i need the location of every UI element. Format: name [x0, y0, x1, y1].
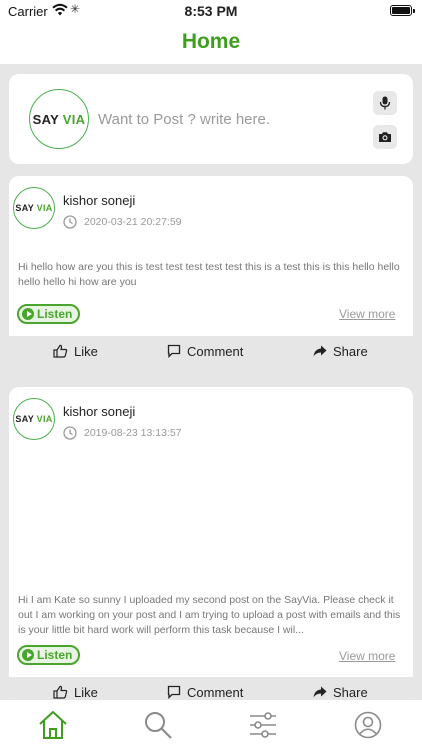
- author-avatar: SAY VIA: [13, 398, 55, 440]
- profile-icon: [354, 711, 382, 739]
- clock-icon: [63, 426, 77, 440]
- thumbs-up-icon: [53, 344, 68, 358]
- share-button[interactable]: Share: [313, 336, 368, 366]
- microphone-button[interactable]: [373, 91, 397, 115]
- post-text: Hi hello how are you this is test test t…: [18, 261, 400, 288]
- comment-button[interactable]: Comment: [167, 336, 243, 366]
- tab-filter[interactable]: [246, 708, 280, 742]
- share-icon: [313, 686, 327, 698]
- sayvia-logo: SAY VIA: [29, 89, 89, 149]
- clock-time: 8:53 PM: [184, 3, 238, 19]
- home-icon: [39, 711, 67, 739]
- comment-label: Comment: [187, 343, 244, 359]
- logo-via-text: VIA: [62, 111, 86, 127]
- comment-icon: [167, 344, 181, 358]
- post-actions: Like Comment Share: [9, 336, 413, 366]
- camera-button[interactable]: [373, 125, 397, 149]
- logo-say-text: SAY: [15, 414, 34, 424]
- view-more-link[interactable]: View more: [339, 307, 395, 321]
- thumbs-up-icon: [53, 685, 68, 699]
- like-label: Like: [74, 343, 98, 359]
- post-composer: SAY VIA Want to Post ? write here.: [9, 74, 413, 164]
- like-label: Like: [74, 684, 98, 700]
- listen-label: Listen: [37, 307, 73, 321]
- nav-bar: Home: [0, 24, 422, 64]
- author-name[interactable]: kishor soneji: [63, 404, 135, 419]
- post-card: SAY VIA kishor soneji 2020-03-21 20:27:5…: [9, 176, 413, 366]
- share-label: Share: [333, 343, 368, 359]
- listen-button[interactable]: Listen: [17, 304, 80, 324]
- search-icon: [145, 712, 172, 739]
- logo-say-text: SAY: [15, 203, 34, 213]
- tab-search[interactable]: [141, 708, 175, 742]
- listen-button[interactable]: Listen: [17, 645, 80, 665]
- like-button[interactable]: Like: [53, 336, 98, 366]
- share-label: Share: [333, 684, 368, 700]
- play-icon: [22, 649, 34, 661]
- status-bar: Carrier ✳ 8:53 PM: [0, 0, 422, 24]
- post-date: 2019-08-23 13:13:57: [84, 427, 182, 439]
- post-card: SAY VIA kishor soneji 2019-08-23 13:13:5…: [9, 387, 413, 707]
- camera-icon: [379, 132, 391, 142]
- share-icon: [313, 345, 327, 357]
- author-name[interactable]: kishor soneji: [63, 193, 135, 208]
- listen-label: Listen: [37, 648, 73, 662]
- filter-icon: [250, 712, 276, 738]
- tab-profile[interactable]: [351, 708, 385, 742]
- author-avatar: SAY VIA: [13, 187, 55, 229]
- logo-via-text: VIA: [36, 414, 53, 424]
- battery-icon: [390, 5, 415, 16]
- view-more-link[interactable]: View more: [339, 649, 395, 663]
- post-text: Hi I am Kate so sunny I uploaded my seco…: [18, 594, 401, 636]
- comment-icon: [167, 685, 181, 699]
- play-icon: [22, 308, 34, 320]
- page-title: Home: [181, 30, 241, 53]
- comment-label: Comment: [187, 684, 244, 700]
- post-date: 2020-03-21 20:27:59: [84, 216, 182, 228]
- clock-icon: [63, 215, 77, 229]
- tab-home[interactable]: [36, 708, 70, 742]
- tab-bar: [0, 700, 422, 750]
- logo-via-text: VIA: [36, 203, 53, 213]
- post-input[interactable]: Want to Post ? write here.: [98, 111, 270, 128]
- logo-say-text: SAY: [32, 111, 59, 127]
- microphone-icon: [379, 96, 391, 110]
